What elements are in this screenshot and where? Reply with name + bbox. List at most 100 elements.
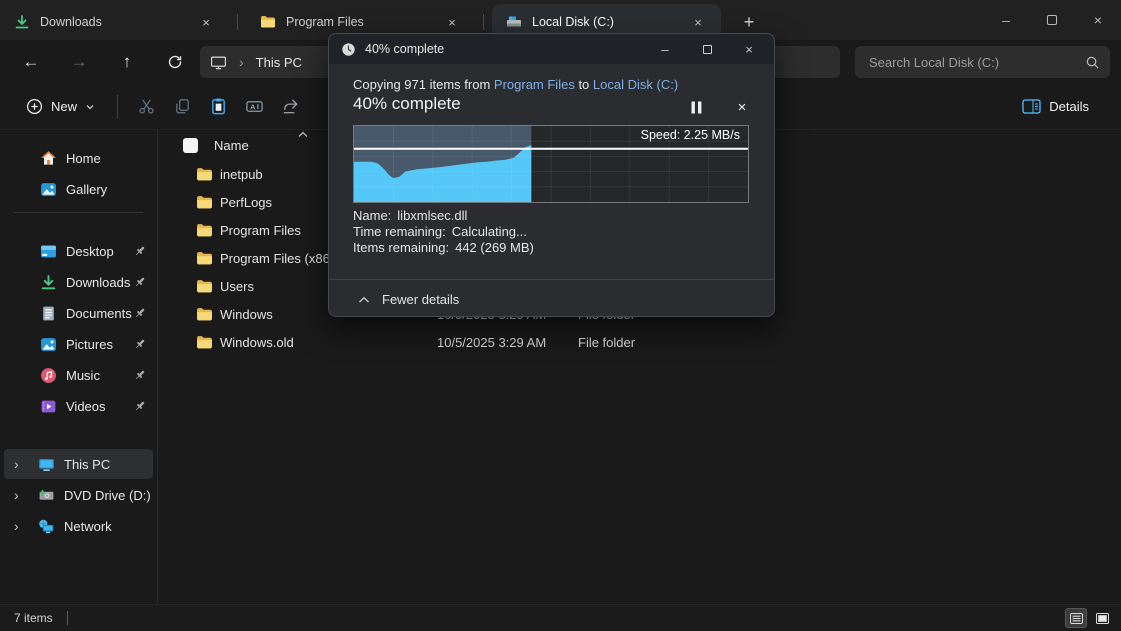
file-name: Windows	[220, 307, 273, 322]
status-bar: 7 items	[0, 604, 1121, 631]
dialog-minimize-button[interactable]: –	[644, 34, 686, 64]
breadcrumb[interactable]: This PC	[256, 55, 302, 70]
new-button[interactable]: New	[14, 90, 107, 124]
search-input[interactable]	[869, 55, 1085, 70]
sidebar-item-dvd-drive[interactable]: › DVD Drive (D:) SSS_	[4, 480, 153, 510]
this-pc-icon	[210, 54, 227, 71]
tab-close-icon[interactable]: ×	[685, 9, 711, 35]
file-name: Program Files	[220, 223, 301, 238]
sort-ascending-icon[interactable]	[298, 131, 308, 138]
cut-button[interactable]	[128, 90, 164, 124]
tab-close-icon[interactable]: ×	[439, 9, 465, 35]
tab-close-icon[interactable]: ×	[193, 9, 219, 35]
details-pane-icon	[1022, 99, 1041, 114]
select-all-checkbox[interactable]	[183, 138, 198, 153]
sidebar-item-music[interactable]: Music	[4, 360, 153, 390]
detail-items-remaining: Items remaining:442 (269 MB)	[353, 240, 534, 256]
gallery-icon	[40, 181, 57, 198]
file-name: inetpub	[220, 167, 263, 182]
chevron-right-icon[interactable]: ›	[14, 456, 19, 472]
pause-button[interactable]	[683, 95, 709, 119]
folder-icon	[196, 194, 213, 211]
desktop-icon	[40, 243, 57, 260]
dialog-maximize-button[interactable]	[686, 34, 728, 64]
copy-speed-chart: Speed: 2.25 MB/s	[353, 125, 749, 203]
file-date: 10/5/2025 3:29 AM	[437, 335, 546, 350]
rename-icon: A	[245, 97, 264, 116]
search-bar[interactable]	[855, 46, 1110, 78]
destination-folder-link[interactable]: Local Disk (C:)	[593, 77, 678, 92]
large-icons-view-button[interactable]	[1091, 608, 1113, 628]
sidebar-item-gallery[interactable]: Gallery	[4, 174, 153, 204]
tab-downloads[interactable]: Downloads ×	[0, 4, 229, 40]
speed-label: Speed: 2.25 MB/s	[641, 128, 740, 142]
folder-icon	[260, 14, 276, 30]
sidebar-item-network[interactable]: › Network	[4, 511, 153, 541]
pin-icon	[133, 337, 147, 351]
paste-button[interactable]	[200, 90, 236, 124]
refresh-button[interactable]	[158, 45, 192, 79]
clock-progress-icon	[341, 42, 356, 57]
sidebar-item-downloads[interactable]: Downloads	[4, 267, 153, 297]
chevron-right-icon[interactable]: ›	[14, 487, 19, 503]
window-minimize-button[interactable]: –	[983, 0, 1029, 40]
sidebar-item-documents[interactable]: Documents	[4, 298, 153, 328]
share-button[interactable]	[272, 90, 308, 124]
details-pane-button[interactable]: Details	[1012, 90, 1099, 124]
dvd-icon	[38, 487, 55, 504]
sidebar-item-videos[interactable]: Videos	[4, 391, 153, 421]
fewer-details-label: Fewer details	[382, 292, 459, 307]
chevron-down-icon	[85, 102, 95, 112]
sidebar-item-home[interactable]: Home	[4, 143, 153, 173]
refresh-icon	[167, 54, 183, 70]
detail-name: Name:libxmlsec.dll	[353, 208, 534, 224]
copy-button[interactable]	[164, 90, 200, 124]
up-button[interactable]: ↑	[110, 45, 144, 79]
pictures-icon	[40, 336, 57, 353]
sidebar-item-desktop[interactable]: Desktop	[4, 236, 153, 266]
cancel-copy-button[interactable]: ×	[729, 95, 755, 119]
plus-circle-icon	[26, 98, 43, 115]
chevron-up-icon	[358, 296, 370, 304]
toolbar-divider	[117, 95, 118, 119]
details-view-button[interactable]	[1065, 608, 1087, 628]
dialog-close-button[interactable]: ×	[728, 34, 770, 64]
back-button[interactable]: ←	[14, 45, 48, 79]
tab-separator	[483, 14, 484, 30]
pin-icon	[133, 275, 147, 289]
dialog-title-bar[interactable]: 40% complete – ×	[329, 34, 774, 64]
sidebar-item-label: DVD Drive (D:) SSS_	[64, 488, 153, 503]
paste-icon	[209, 97, 228, 116]
rename-button[interactable]: A	[236, 90, 272, 124]
window-close-button[interactable]: ×	[1075, 0, 1121, 40]
pin-icon	[133, 306, 147, 320]
sidebar-item-pictures[interactable]: Pictures	[4, 329, 153, 359]
share-icon	[281, 97, 300, 116]
sidebar-item-label: Desktop	[66, 244, 114, 259]
sidebar: Home Gallery Desktop Downloads Documents…	[0, 130, 157, 604]
sidebar-item-this-pc[interactable]: › This PC	[4, 449, 153, 479]
sidebar-item-label: Downloads	[66, 275, 130, 290]
fewer-details-button[interactable]: Fewer details	[358, 292, 459, 307]
tab-separator	[237, 14, 238, 30]
details-pane-label: Details	[1049, 99, 1089, 114]
network-icon	[38, 518, 55, 535]
chevron-right-icon[interactable]: ›	[14, 518, 19, 534]
search-icon[interactable]	[1085, 55, 1100, 70]
new-button-label: New	[51, 99, 77, 114]
pin-icon	[133, 244, 147, 258]
file-name: PerfLogs	[220, 195, 272, 210]
pause-icon	[691, 101, 702, 114]
window-maximize-button[interactable]	[1029, 0, 1075, 40]
folder-icon	[196, 222, 213, 239]
items-count: 7 items	[14, 611, 53, 625]
file-type: File folder	[578, 335, 635, 350]
music-icon	[40, 367, 57, 384]
name-column-header[interactable]: Name	[214, 138, 249, 153]
source-folder-link[interactable]: Program Files	[494, 77, 575, 92]
forward-button[interactable]: →	[62, 45, 96, 79]
sidebar-item-label: Network	[64, 519, 112, 534]
file-row-windows-old[interactable]: Windows.old 10/5/2025 3:29 AM File folde…	[158, 328, 1121, 356]
sidebar-item-label: This PC	[64, 457, 110, 472]
cut-icon	[137, 97, 156, 116]
